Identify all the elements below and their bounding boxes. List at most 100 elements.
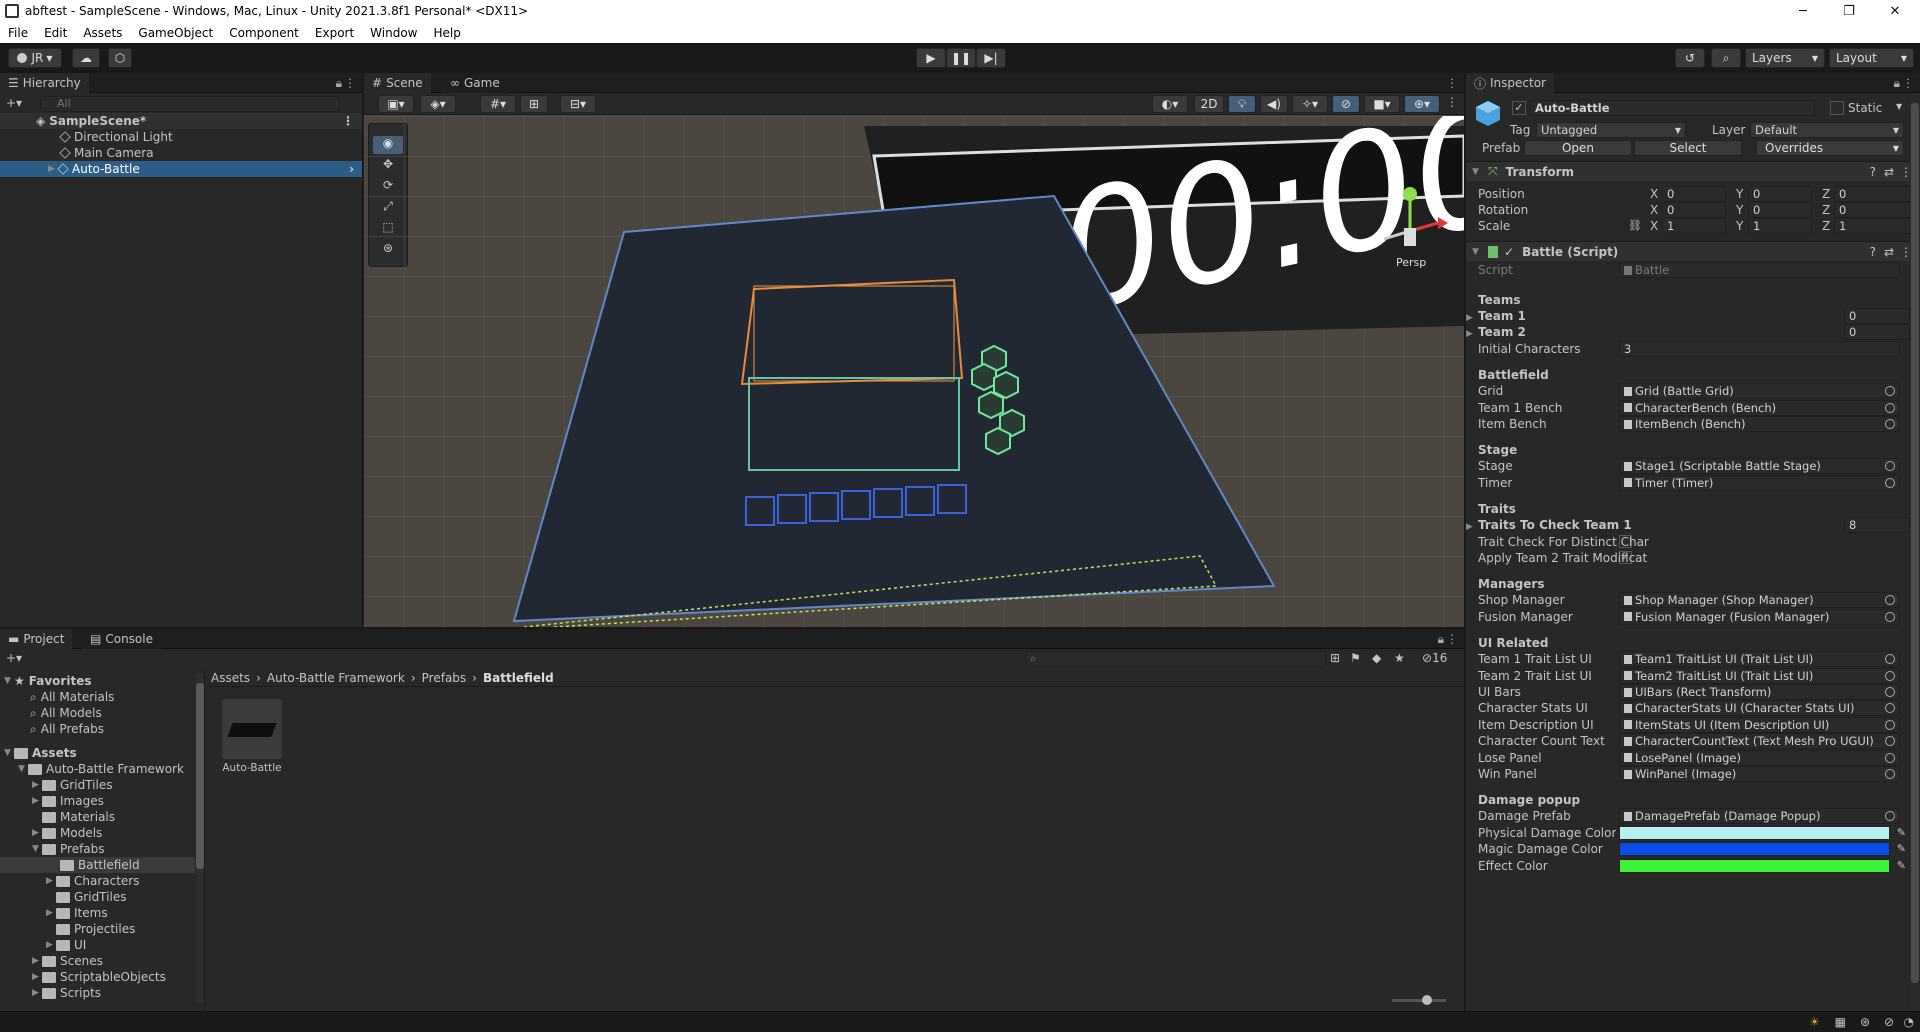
timer-object-field[interactable]: Timer (Timer) (1619, 474, 1900, 491)
expand-arrow-icon[interactable]: ▶ (1466, 329, 1476, 339)
kebab-menu-icon[interactable]: ⋮ (344, 76, 356, 90)
transform-component-header[interactable]: ▼ ⤧ Transform ? ⇄ ⋮ (1466, 161, 1920, 181)
help-icon[interactable]: ? (1870, 245, 1876, 259)
object-picker-icon[interactable] (1885, 595, 1895, 606)
draw-mode-dropdown[interactable]: ▣▾ (378, 95, 414, 113)
team-1-trait-list-ui-object-field[interactable]: Team1 TraitList UI (Trait List UI) (1619, 651, 1900, 668)
character-stats-ui-object-field[interactable]: CharacterStats UI (Character Stats UI) (1619, 700, 1900, 717)
menu-assets[interactable]: Assets (75, 26, 130, 40)
grid-snap-dropdown[interactable]: #▾ (480, 95, 516, 113)
tree-item-scripts[interactable]: ▶ Scripts (32, 985, 101, 1001)
play-button[interactable]: ▶ (916, 48, 946, 68)
lighting-toggle[interactable]: 💡︎ (1228, 95, 1256, 113)
favorite-all-models[interactable]: ⌕ All Models (30, 705, 102, 721)
hierarchy-item-auto-battle[interactable]: ▶ Auto-Battle › (0, 161, 362, 177)
gizmo-sphere-dropdown[interactable]: ◐▾ (1152, 95, 1188, 113)
tab-hierarchy[interactable]: ☰ Hierarchy (0, 73, 89, 93)
tab-console[interactable]: ▤ Console (82, 629, 161, 649)
tab-project[interactable]: ▬ Project (0, 629, 73, 649)
rotation-x-field[interactable]: 0 (1662, 202, 1726, 218)
team-1-size-field[interactable]: 0 (1844, 308, 1910, 324)
render-paths-dropdown[interactable]: ◈▾ (420, 95, 456, 113)
physical-damage-color-swatch[interactable] (1619, 825, 1890, 840)
magic-damage-color-swatch[interactable] (1619, 842, 1890, 857)
minimize-button[interactable]: ─ (1780, 0, 1826, 22)
maximize-button[interactable]: ❐ (1826, 0, 1872, 22)
tree-item-prefabs[interactable]: ▼ Prefabs (32, 841, 105, 857)
object-picker-icon[interactable] (1885, 402, 1895, 413)
constrain-proportions-icon[interactable]: ⛓ (1628, 219, 1642, 232)
camera-dropdown[interactable]: ■▾ (1364, 95, 1400, 113)
label-icon[interactable]: ◆ (1372, 650, 1381, 666)
expand-arrow-icon[interactable]: ▶ (1466, 522, 1476, 532)
tag-dropdown[interactable]: Untagged ▼ (1536, 122, 1686, 138)
scene-visibility-toggle[interactable]: ⊘ (1332, 95, 1360, 113)
object-name-input[interactable]: Auto-Battle (1530, 100, 1815, 116)
menu-component[interactable]: Component (221, 26, 307, 40)
close-button[interactable]: ✕ (1872, 0, 1918, 22)
tree-item-materials[interactable]: Materials (32, 809, 115, 825)
package-icon[interactable]: ▦ (1835, 1015, 1846, 1029)
tree-scroll-thumb[interactable] (196, 683, 204, 869)
object-picker-icon[interactable] (1885, 419, 1895, 429)
team-2-size-field[interactable]: 0 (1844, 324, 1910, 341)
character-count-text-object-field[interactable]: CharacterCountText (Text Mesh Pro UGUI) (1619, 733, 1900, 750)
increment-snap-dropdown[interactable]: ⊟▾ (560, 95, 596, 113)
layer-dropdown[interactable]: Default ▼ (1750, 122, 1904, 138)
search-by-label-icon[interactable]: ⚑ (1350, 650, 1361, 666)
lock-icon[interactable]: 🔒︎ (1894, 76, 1900, 91)
lock-icon[interactable]: 🔒︎ (1438, 632, 1444, 647)
team-2-trait-list-ui-object-field[interactable]: Team2 TraitList UI (Trait List UI) (1619, 667, 1900, 684)
object-picker-icon[interactable] (1885, 703, 1895, 714)
network-icon[interactable]: ⊘ (1884, 1015, 1894, 1029)
search-by-type-icon[interactable]: ⊞ (1330, 650, 1340, 666)
bake-lighting-icon[interactable]: ☀ (1809, 1015, 1820, 1029)
history-button[interactable]: ↺ (1675, 48, 1705, 68)
object-picker-icon[interactable] (1885, 477, 1895, 488)
item-description-ui-object-field[interactable]: ItemStats UI (Item Description UI) (1619, 716, 1900, 733)
scene-viewport[interactable]: 00:00 Persp (364, 116, 1464, 627)
expand-arrow-icon[interactable]: ▶ (1466, 313, 1476, 323)
object-picker-icon[interactable] (1885, 611, 1895, 622)
breadcrumb-auto-battle-framework[interactable]: Auto-Battle Framework (267, 671, 405, 685)
traits-to-check-team-1-size-field[interactable]: 8 (1844, 517, 1910, 534)
hidden-packages-toggle[interactable]: ⊘ 16 (1422, 650, 1447, 666)
eyedropper-icon[interactable]: ✎ (1897, 842, 1906, 855)
team-1-bench-object-field[interactable]: CharacterBench (Bench) (1619, 399, 1900, 416)
object-picker-icon[interactable] (1885, 654, 1895, 665)
chevron-down-icon[interactable]: ▼ (1896, 102, 1902, 111)
tree-item-models[interactable]: ▶ Models (32, 825, 102, 841)
lose-panel-object-field[interactable]: LosePanel (Image) (1619, 749, 1900, 766)
tab-scene[interactable]: # Scene (364, 73, 431, 93)
2d-toggle[interactable]: 2D (1194, 95, 1224, 113)
hierarchy-item-directional-light[interactable]: Directional Light (0, 129, 173, 145)
prefab-overrides-dropdown[interactable]: Overrides ▼ (1756, 140, 1904, 156)
object-picker-icon[interactable] (1885, 687, 1895, 697)
kebab-menu-icon[interactable]: ⋮ (342, 114, 354, 128)
effects-dropdown[interactable]: ✧▾ (1292, 95, 1328, 113)
rotation-z-field[interactable]: 0 (1834, 202, 1914, 218)
step-button[interactable]: ▶| (976, 48, 1006, 68)
effect-color-swatch[interactable] (1619, 858, 1890, 873)
object-picker-icon[interactable] (1885, 461, 1895, 472)
object-picker-icon[interactable] (1885, 769, 1895, 779)
scale-x-field[interactable]: 1 (1662, 218, 1726, 234)
tree-item-ui[interactable]: ▶ UI (46, 937, 86, 953)
tree-scrollbar[interactable] (196, 673, 204, 1003)
grid-object-field[interactable]: Grid (Battle Grid) (1619, 383, 1900, 400)
eyedropper-icon[interactable]: ✎ (1897, 859, 1906, 872)
ui-bars-object-field[interactable]: UIBars (Rect Transform) (1619, 684, 1900, 700)
breadcrumb-battlefield[interactable]: Battlefield (483, 671, 554, 685)
pause-button[interactable]: ❚❚ (946, 48, 976, 68)
menu-window[interactable]: Window (362, 26, 425, 40)
project-search[interactable]: ⌕ (1026, 651, 1326, 667)
favorite-all-materials[interactable]: ⌕ All Materials (30, 689, 114, 705)
menu-edit[interactable]: Edit (36, 26, 75, 40)
breadcrumb-prefabs[interactable]: Prefabs (422, 671, 467, 685)
tree-item-assets[interactable]: ▼ Assets (4, 745, 77, 761)
initial-characters-field[interactable]: 3 (1619, 340, 1900, 357)
tree-item-scriptableobjects[interactable]: ▶ ScriptableObjects (32, 969, 166, 985)
collab-button[interactable]: ⬡ (108, 48, 132, 68)
active-checkbox[interactable]: ✓ (1512, 101, 1526, 115)
menu-file[interactable]: File (0, 26, 36, 40)
